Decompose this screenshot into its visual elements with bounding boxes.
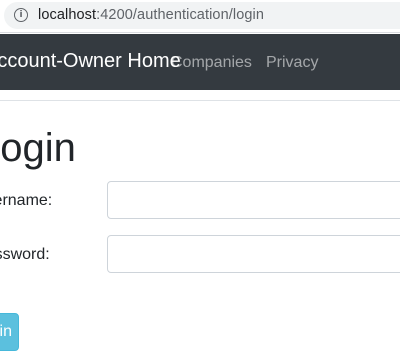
divider xyxy=(0,100,400,101)
url-host: localhost xyxy=(38,7,97,23)
password-input[interactable] xyxy=(107,235,400,273)
page-title: Login xyxy=(0,126,76,170)
nav-link-privacy[interactable]: Privacy xyxy=(266,54,318,72)
nav-link-companies[interactable]: Companies xyxy=(171,54,252,72)
url-text[interactable]: localhost:4200/authentication/login xyxy=(38,7,264,23)
url-path: :4200/authentication/login xyxy=(96,7,265,23)
browser-address-bar: i localhost:4200/authentication/login xyxy=(0,0,400,33)
page: i localhost:4200/authentication/login Ac… xyxy=(0,0,400,355)
username-label: Username: xyxy=(0,192,53,209)
login-button[interactable]: Login xyxy=(0,313,19,351)
info-icon[interactable]: i xyxy=(14,8,28,22)
navbar-brand[interactable]: Account-Owner Home xyxy=(0,50,181,73)
navbar: Account-Owner Home Companies Privacy xyxy=(0,34,400,90)
login-button-label: Login xyxy=(0,323,12,340)
username-input[interactable] xyxy=(107,181,400,219)
password-label: Password: xyxy=(0,246,50,263)
